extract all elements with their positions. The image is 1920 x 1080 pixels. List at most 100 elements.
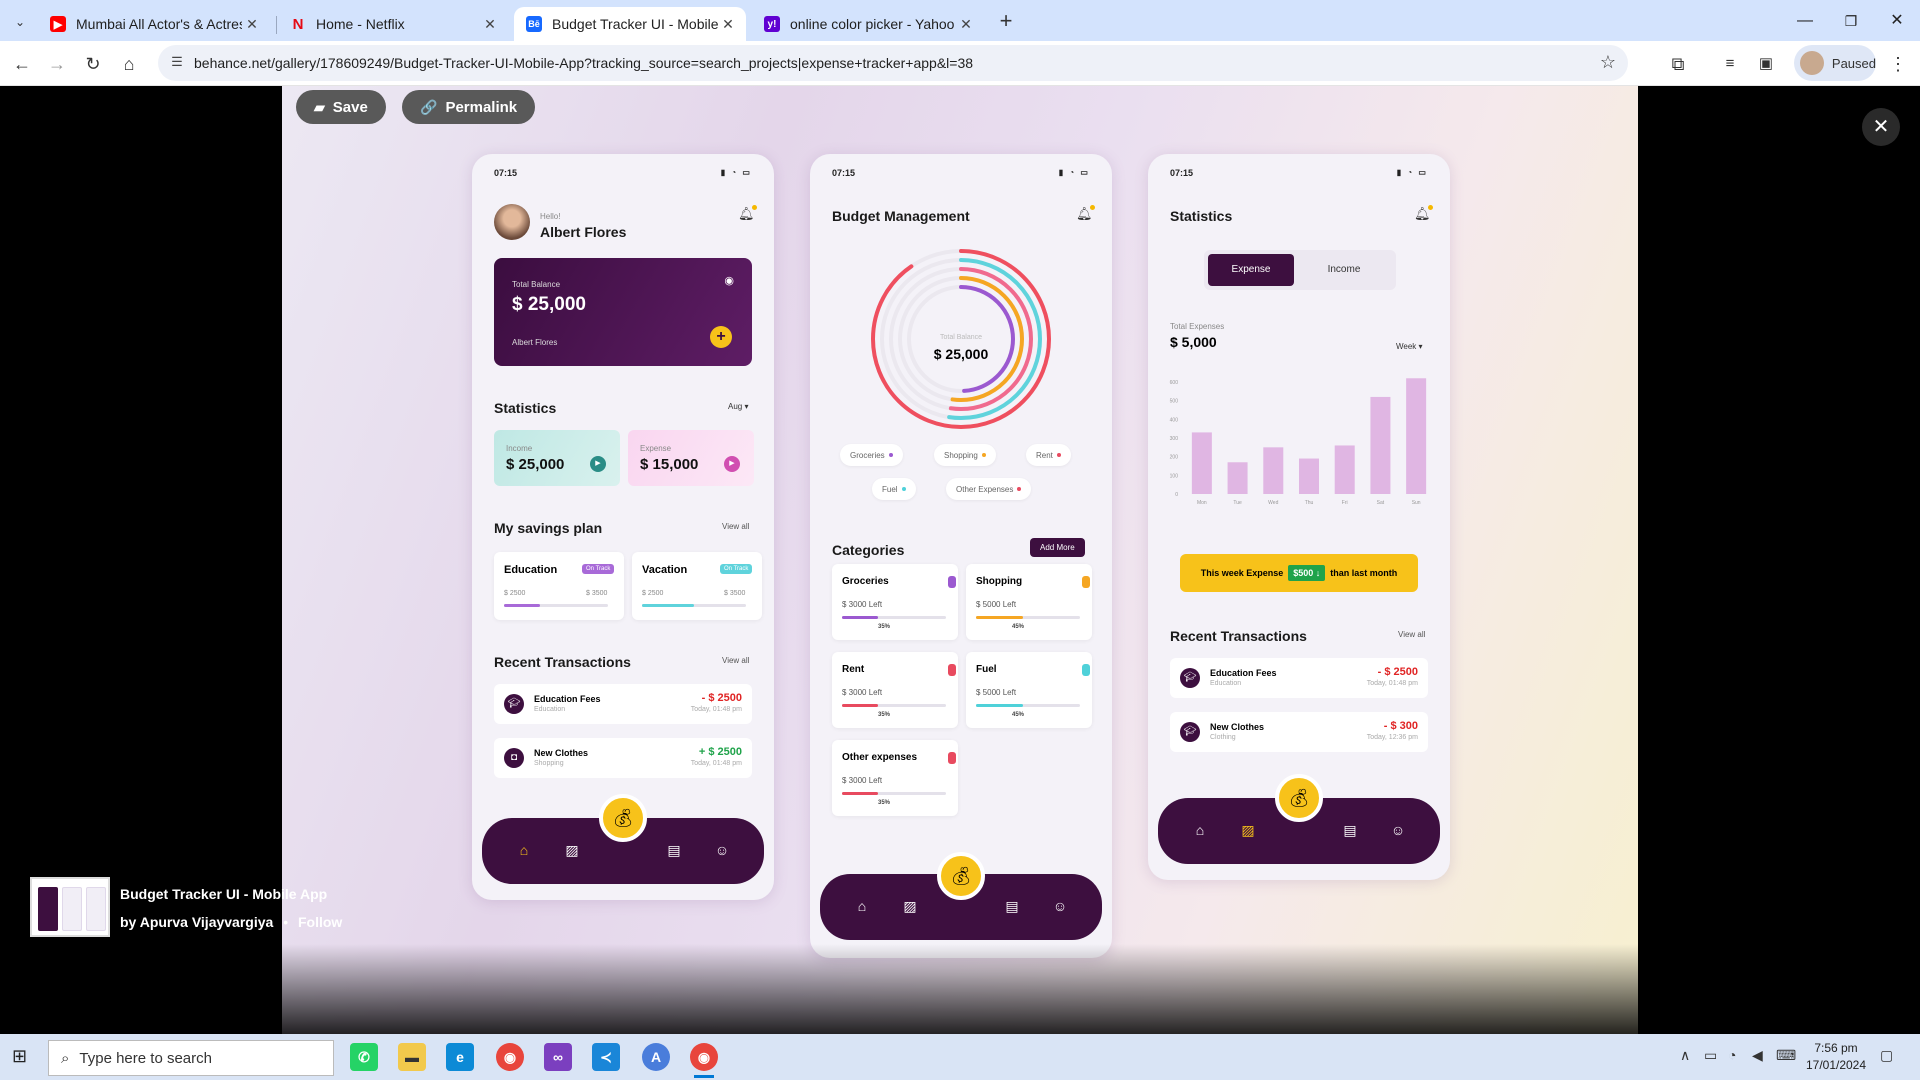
savings-name: Education	[504, 564, 558, 576]
window-close-button[interactable]: ✕	[1874, 6, 1920, 36]
receipt-icon[interactable]: ▤	[664, 840, 684, 860]
author-name[interactable]: by Apurva Vijayvargiya	[120, 914, 273, 930]
chrome-icon[interactable]: ◉	[496, 1043, 524, 1071]
transaction-row[interactable]: 🎓︎ Education Fees Education - $ 2500 Tod…	[1170, 658, 1428, 698]
profile-icon[interactable]: ☺	[1050, 896, 1070, 916]
volume-icon[interactable]: ◀	[1752, 1047, 1763, 1064]
media-control-icon[interactable]: ≡	[1716, 50, 1744, 78]
view-all-link[interactable]: View all	[1398, 630, 1425, 639]
profile-button[interactable]: Paused	[1794, 45, 1876, 81]
legend-other-expenses[interactable]: Other Expenses	[946, 478, 1032, 500]
category-card[interactable]: Groceries $ 3000 Left 35%	[832, 564, 958, 640]
transaction-row[interactable]: ◘ New Clothes Shopping + $ 2500 Today, 0…	[494, 738, 752, 778]
app-icon[interactable]: A	[642, 1043, 670, 1071]
new-tab-button[interactable]: +	[992, 8, 1020, 36]
edge-icon[interactable]: e	[446, 1043, 474, 1071]
close-icon[interactable]: ✕	[480, 14, 500, 34]
category-card[interactable]: Shopping $ 5000 Left 45%	[966, 564, 1092, 640]
tab-behance-active[interactable]: Bē Budget Tracker UI - Mobile App ✕	[514, 7, 746, 41]
vscode-icon[interactable]: ≺	[592, 1043, 620, 1071]
extensions-icon[interactable]: ⧉	[1664, 50, 1692, 78]
legend-shopping[interactable]: Shopping	[934, 444, 996, 466]
bell-icon[interactable]: 🔔︎	[1414, 205, 1432, 222]
close-icon[interactable]: ✕	[956, 14, 976, 34]
x-tick-label: Sun	[1412, 500, 1421, 506]
chart-icon[interactable]: ▨	[900, 896, 920, 916]
savings-card[interactable]: Vacation On Track $ 2500 $ 3500	[632, 552, 762, 620]
file-explorer-icon[interactable]: ▬	[398, 1043, 426, 1071]
project-title[interactable]: Budget Tracker UI - Mobile App	[120, 886, 327, 902]
site-info-icon[interactable]: ☰	[168, 54, 186, 72]
add-more-button[interactable]: Add More	[1030, 538, 1085, 557]
forward-button[interactable]: →	[43, 50, 71, 78]
tray-up-arrow-icon[interactable]: ∧	[1680, 1047, 1690, 1064]
menu-icon[interactable]: ⋮	[1884, 50, 1912, 78]
tab-search-icon[interactable]: ⌄	[8, 10, 32, 34]
bell-icon[interactable]: 🔔︎	[738, 205, 756, 222]
view-all-link[interactable]: View all	[722, 522, 749, 531]
legend-fuel[interactable]: Fuel	[872, 478, 916, 500]
category-card[interactable]: Fuel $ 5000 Left 45%	[966, 652, 1092, 728]
close-icon[interactable]: ✕	[242, 14, 262, 34]
home-icon[interactable]: ⌂	[514, 840, 534, 860]
category-card[interactable]: Rent $ 3000 Left 35%	[832, 652, 958, 728]
eye-icon[interactable]: ◉	[724, 274, 734, 287]
bookmark-star-icon[interactable]: ☆	[1600, 52, 1616, 73]
money-bag-icon[interactable]: 💰︎	[1275, 774, 1323, 822]
tab-youtube[interactable]: ▶ Mumbai All Actor's & Actress h ✕	[38, 7, 270, 41]
address-bar[interactable]: ☰ behance.net/gallery/178609249/Budget-T…	[158, 45, 1628, 81]
chrome-active-icon[interactable]: ◉	[690, 1043, 718, 1078]
wifi-icon[interactable]: ◔	[1728, 1047, 1736, 1063]
legend-rent[interactable]: Rent	[1026, 444, 1071, 466]
close-viewer-button[interactable]: ✕	[1862, 108, 1900, 146]
reload-button[interactable]: ↻	[79, 50, 107, 78]
money-bag-icon[interactable]: 💰︎	[937, 852, 985, 900]
chart-icon[interactable]: ▨	[1238, 820, 1258, 840]
taskbar-search-box[interactable]: ⌕ Type here to search	[48, 1040, 334, 1076]
tab-yahoo[interactable]: y! online color picker - Yahoo Sea ✕	[752, 7, 984, 41]
tab-income[interactable]: Income	[1300, 254, 1388, 286]
taskbar-clock[interactable]: 7:56 pm 17/01/2024	[1800, 1040, 1872, 1074]
transaction-row[interactable]: 🎓︎ Education Fees Education - $ 2500 Tod…	[494, 684, 752, 724]
savings-card[interactable]: Education On Track $ 2500 $ 3500	[494, 552, 624, 620]
close-icon[interactable]: ✕	[718, 14, 738, 34]
chart-icon[interactable]: ▨	[562, 840, 582, 860]
money-bag-icon[interactable]: 💰︎	[599, 794, 647, 842]
profile-icon[interactable]: ☺	[1388, 820, 1408, 840]
url-text[interactable]: behance.net/gallery/178609249/Budget-Tra…	[194, 55, 973, 71]
minimize-button[interactable]: —	[1782, 6, 1828, 36]
back-button[interactable]: ←	[8, 50, 36, 78]
save-button[interactable]: ▰ Save	[296, 90, 386, 124]
restore-button[interactable]: ❐	[1828, 6, 1874, 36]
bell-icon[interactable]: 🔔︎	[1076, 205, 1094, 222]
play-icon[interactable]: ▶	[590, 456, 606, 472]
home-button[interactable]: ⌂	[115, 50, 143, 78]
category-card[interactable]: Other expenses $ 3000 Left 35%	[832, 740, 958, 816]
month-dropdown[interactable]: Aug ▾	[728, 402, 748, 411]
tab-expense[interactable]: Expense	[1208, 254, 1294, 286]
side-panel-icon[interactable]: ▣	[1752, 50, 1780, 78]
tab-netflix[interactable]: N Home - Netflix ✕	[278, 7, 508, 41]
legend-groceries[interactable]: Groceries	[840, 444, 903, 466]
project-thumbnail[interactable]	[30, 877, 110, 937]
profile-icon[interactable]: ☺	[712, 840, 732, 860]
language-icon[interactable]: ⌨	[1776, 1047, 1796, 1064]
add-icon[interactable]: +	[710, 326, 732, 348]
home-icon[interactable]: ⌂	[1190, 820, 1210, 840]
receipt-icon[interactable]: ▤	[1002, 896, 1022, 916]
view-all-link[interactable]: View all	[722, 656, 749, 665]
period-dropdown[interactable]: Week ▾	[1396, 342, 1423, 351]
notification-icon[interactable]: ▢	[1880, 1047, 1893, 1064]
play-icon[interactable]: ▶	[724, 456, 740, 472]
banner-amount-value: $500	[1293, 568, 1314, 578]
visual-studio-icon[interactable]: ∞	[544, 1043, 572, 1071]
receipt-icon[interactable]: ▤	[1340, 820, 1360, 840]
windows-start-icon[interactable]: ⊞	[12, 1046, 34, 1068]
home-icon[interactable]: ⌂	[852, 896, 872, 916]
transaction-category: Education	[534, 706, 566, 713]
follow-button[interactable]: Follow	[298, 914, 342, 930]
transaction-row[interactable]: 🎓︎ New Clothes Clothing - $ 300 Today, 1…	[1170, 712, 1428, 752]
battery-icon[interactable]: ▭	[1704, 1047, 1717, 1064]
permalink-button[interactable]: 🔗 Permalink	[402, 90, 536, 124]
whatsapp-icon[interactable]: ✆	[350, 1043, 378, 1071]
